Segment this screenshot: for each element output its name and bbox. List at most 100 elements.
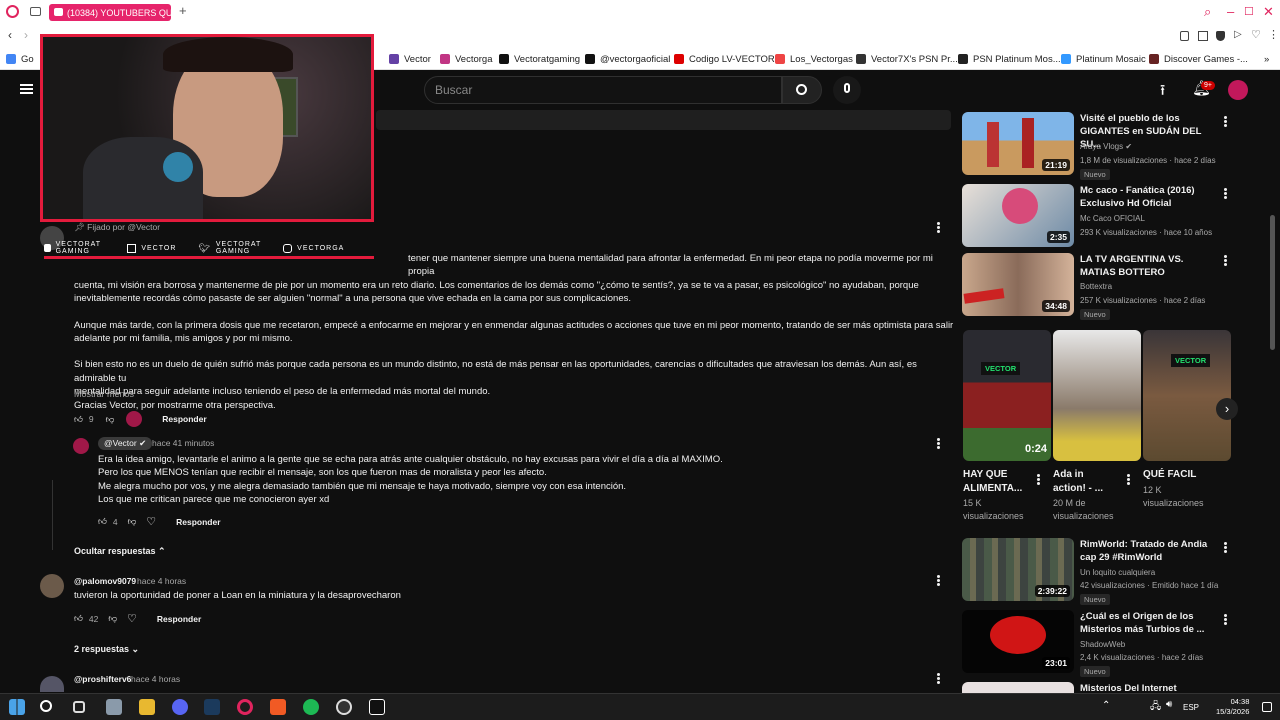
minimize-icon[interactable]: – [1227,4,1234,19]
hamburger-menu-icon[interactable] [20,84,33,94]
related-video[interactable]: 2:39:22 RimWorld: Tratado de Andia cap 2… [962,538,1262,605]
video-thumbnail[interactable]: 23:01 [962,610,1074,673]
video-options-icon[interactable] [1224,255,1227,266]
voice-search-button[interactable] [833,76,861,104]
shield-icon[interactable] [1216,31,1225,41]
video-options-icon[interactable] [1224,614,1227,625]
opera-logo-icon[interactable] [6,5,19,18]
short-video[interactable]: VECTOR QUÉ FACIL 12 Kvisualizaciones [1143,330,1231,510]
bookmark-psn-profile[interactable]: Vector7X's PSN Pr... [856,48,958,70]
more-bookmarks-icon[interactable]: » [1264,48,1269,70]
video-options-icon[interactable] [1224,116,1227,127]
capcut-icon[interactable] [369,699,385,715]
heart-icon[interactable]: ♡ [146,515,156,528]
heart-icon[interactable]: ♡ [127,612,137,625]
video-channel[interactable]: Araya Vlogs ✔ [1080,142,1132,151]
video-title[interactable]: Mc caco - Fanática (2016) Exclusivo Hd O… [1080,184,1220,210]
clock[interactable]: 04:38 15/3/2026 [1216,697,1249,717]
short-thumbnail[interactable] [1053,330,1141,461]
notification-center-icon[interactable] [1262,702,1272,712]
dislike-icon[interactable]: 👎︎ [106,414,115,425]
video-title[interactable]: Misterios Del Internet Antiguo... [1080,682,1220,693]
related-video[interactable]: Misterios Del Internet Antiguo... [962,682,1262,693]
like-icon[interactable]: 👍︎ [74,613,83,624]
dislike-icon[interactable]: 👎︎ [108,613,117,624]
video-channel[interactable]: Un loquito cualquiera [1080,568,1155,577]
bookmark-codigo[interactable]: Codigo LV-VECTOR [674,48,775,70]
related-video[interactable]: 21:19 Visité el pueblo de los GIGANTES e… [962,112,1262,180]
bookmark-platinum-mosaic[interactable]: Platinum Mosaic [1061,48,1146,70]
video-title[interactable]: RimWorld: Tratado de Andia cap 29 #RimWo… [1080,538,1220,564]
comment-options-icon[interactable] [937,673,940,684]
show-less-link[interactable]: Mostrar menos [74,389,134,399]
reply-options-icon[interactable] [937,438,940,449]
related-video[interactable]: 2:35 Mc caco - Fanática (2016) Exclusivo… [962,184,1262,248]
windows-start-icon[interactable] [9,699,25,715]
menu-icon[interactable]: ⋮ [1268,28,1279,41]
video-channel[interactable]: ShadowWeb [1080,640,1125,649]
video-thumbnail[interactable]: 2:39:22 [962,538,1074,601]
video-title[interactable]: LA TV ARGENTINA VS. MATIAS BOTTERO [1080,253,1220,279]
bookmark-psn-platinum[interactable]: PSN Platinum Mos... [958,48,1061,70]
new-tab-icon[interactable]: + [179,3,187,18]
dislike-icon[interactable]: 👎︎ [128,516,137,527]
bookmark-vectoratgaming[interactable]: Vectoratgaming [499,48,580,70]
maximize-icon[interactable]: ☐ [1244,5,1254,18]
task-view-icon[interactable] [73,701,85,713]
video-thumbnail[interactable]: 21:19 [962,112,1074,175]
user-avatar[interactable] [1228,80,1248,100]
search-button[interactable] [782,76,822,104]
short-thumbnail[interactable]: VECTOR [1143,330,1231,461]
like-icon[interactable]: 👍︎ [74,414,83,425]
short-video[interactable]: VECTOR 0:24 HAY QUE ALIMENTA... 15 Kvisua… [963,330,1051,523]
language-indicator[interactable]: ESP [1183,703,1199,712]
extension-icon-1[interactable] [1180,31,1189,41]
video-thumbnail[interactable] [962,682,1074,693]
comment-author[interactable]: @proshifterv6 [74,674,131,684]
steam-icon[interactable] [204,699,220,715]
search-input[interactable]: Buscar [424,76,782,104]
reply-button[interactable]: Responder [157,614,201,624]
send-icon[interactable]: ▷ [1234,29,1242,40]
discord-icon[interactable] [172,699,188,715]
search-icon[interactable] [40,700,52,712]
reply-button[interactable]: Responder [176,517,220,527]
bookmark-los-vectorgas[interactable]: Los_Vectorgas [775,48,853,70]
video-options-icon[interactable] [1224,542,1227,553]
short-options-icon[interactable] [1127,474,1130,485]
shorts-next-button[interactable]: › [1216,398,1238,420]
video-title[interactable]: ¿Cuál es el Origen de los Misterios más … [1080,610,1220,636]
reply-button[interactable]: Responder [162,414,206,424]
upload-icon[interactable]: ⭱ [1160,80,1165,105]
short-video[interactable]: Ada in action! - ... 20 M de visualizacion… [1053,330,1141,523]
hide-replies-button[interactable]: Ocultar respuestas ⌃ [74,546,166,557]
volume-icon[interactable]: 🔊︎ [1166,699,1172,710]
show-replies-button[interactable]: 2 respuestas ⌄ [74,644,139,655]
comment-author[interactable]: @palomov9079 [74,576,136,586]
close-window-icon[interactable]: ✕ [1263,4,1274,20]
scrollbar[interactable] [1270,215,1275,350]
browser-tab-active[interactable]: (10384) YOUTUBERS QUE [49,4,171,21]
app-icon[interactable] [106,699,122,715]
video-options-icon[interactable] [1224,188,1227,199]
network-icon[interactable]: 🖧︎ [1150,699,1161,716]
comment-options-icon[interactable] [937,575,940,586]
related-video[interactable]: 34:48 LA TV ARGENTINA VS. MATIAS BOTTERO… [962,253,1262,320]
bookmark-discover-games[interactable]: Discover Games -... [1149,48,1248,70]
short-thumbnail[interactable]: VECTOR 0:24 [963,330,1051,461]
short-options-icon[interactable] [1037,474,1040,485]
bookmark-vectorga[interactable]: Vectorga [440,48,493,70]
bookmark-vectorgaoficial[interactable]: @vectorgaoficial [585,48,670,70]
bookmark-vector[interactable]: Vector [389,48,431,70]
heart-icon[interactable]: ♡ [1251,28,1261,41]
tab-list-icon[interactable] [30,7,41,16]
opera-icon[interactable] [237,699,253,715]
back-icon[interactable]: ‹ [8,28,12,42]
search-tabs-icon[interactable]: ⌕ [1204,4,1211,20]
video-thumbnail[interactable]: 34:48 [962,253,1074,316]
brave-icon[interactable] [270,699,286,715]
file-explorer-icon[interactable] [139,699,155,715]
tray-chevron-icon[interactable]: ⌃ [1102,700,1110,711]
like-icon[interactable]: 👍︎ [98,516,107,527]
obs-icon[interactable] [336,699,352,715]
